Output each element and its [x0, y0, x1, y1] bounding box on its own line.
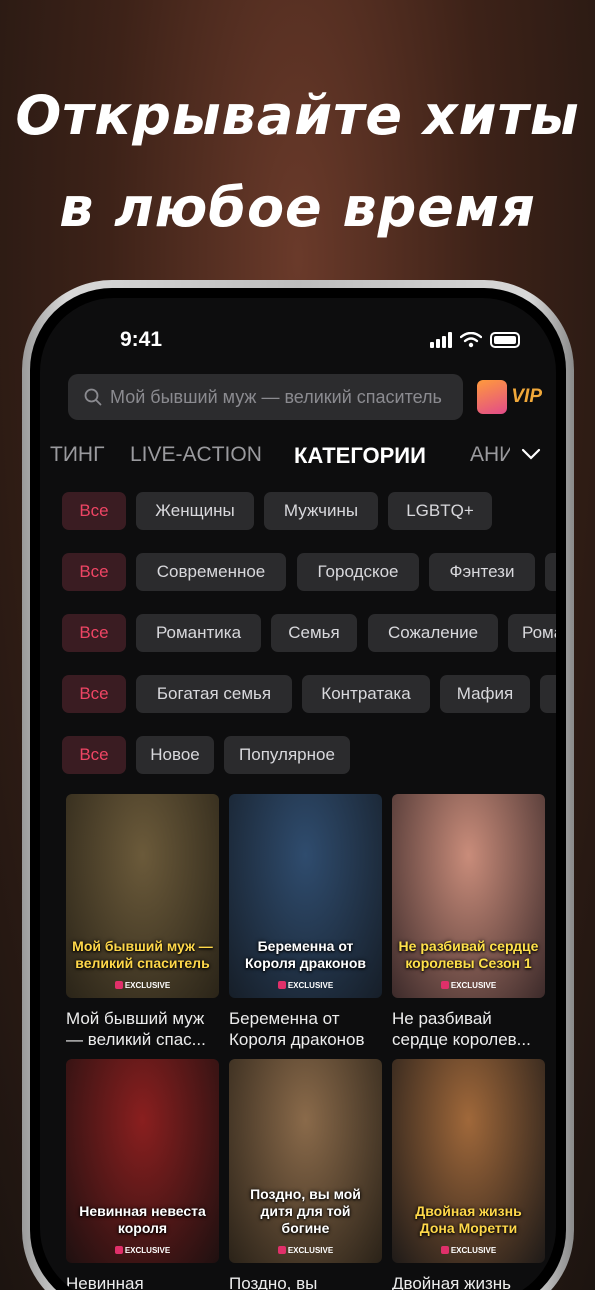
search-icon — [84, 388, 102, 406]
chip-family[interactable]: Семья — [271, 614, 357, 652]
search-placeholder: Мой бывший муж — великий спаситель — [110, 386, 442, 407]
chip-women[interactable]: Женщины — [136, 492, 254, 530]
tab-categories[interactable]: КАТЕГОРИИ — [294, 443, 426, 469]
poster-title: Поздно, вы мой дитя для той богине — [250, 1186, 361, 1236]
filter-row-audience: Все Женщины Мужчины LGBTQ+ — [40, 492, 556, 530]
phone-frame: 9:41 Мой бывший муж — великий спаситель … — [22, 280, 574, 1290]
drama-poster: Беременна от Короля драконов EXCLUSIVE — [229, 794, 382, 998]
poster-title: Мой бывший муж — великий спаситель — [72, 938, 213, 971]
drama-title: Двойная жизнь — [392, 1274, 511, 1290]
drama-title: Поздно, вы — [229, 1274, 318, 1290]
category-tabs: ТИНГ LIVE-ACTION КАТЕГОРИИ АНИ — [40, 443, 556, 477]
filter-row-sort: Все Новое Популярное — [40, 736, 556, 774]
poster-title: Двойная жизнь Дона Моретти — [415, 1203, 522, 1236]
cellular-signal-icon — [430, 332, 452, 348]
app-screen: 9:41 Мой бывший муж — великий спаситель … — [40, 298, 556, 1290]
filter-row-setting: Все Современное Городское Фэнтези — [40, 553, 556, 591]
exclusive-badge: EXCLUSIVE — [392, 981, 545, 990]
filter-row-theme: Все Романтика Семья Сожаление Рома — [40, 614, 556, 652]
search-input[interactable]: Мой бывший муж — великий спаситель — [68, 374, 464, 420]
drama-card[interactable]: Поздно, вы мой дитя для той богине EXCLU… — [229, 1059, 382, 1290]
status-bar: 9:41 — [40, 328, 556, 358]
chip-regret[interactable]: Сожаление — [368, 614, 498, 652]
chip-men[interactable]: Мужчины — [264, 492, 378, 530]
chip-mafia[interactable]: Мафия — [440, 675, 530, 713]
drama-title: Невинная — [66, 1274, 144, 1290]
exclusive-badge: EXCLUSIVE — [229, 981, 382, 990]
exclusive-badge: EXCLUSIVE — [66, 1246, 219, 1255]
tab-ting[interactable]: ТИНГ — [50, 443, 104, 467]
battery-icon — [490, 332, 520, 348]
headline-line-1: Открывайте хиты — [15, 84, 580, 147]
vip-crown-icon — [477, 380, 508, 414]
chip-rich-family[interactable]: Богатая семья — [136, 675, 292, 713]
poster-title: Не разбивай сердце королевы Сезон 1 — [398, 938, 539, 971]
chip-counterattack[interactable]: Контратака — [302, 675, 430, 713]
chip-romance-2[interactable]: Рома — [508, 614, 556, 652]
drama-poster: Двойная жизнь Дона Моретти EXCLUSIVE — [392, 1059, 545, 1263]
chip-all[interactable]: Все — [62, 736, 126, 774]
drama-card[interactable]: Мой бывший муж — великий спаситель EXCLU… — [66, 794, 219, 1052]
chip-new[interactable]: Новое — [136, 736, 214, 774]
chip-urban[interactable]: Городское — [297, 553, 419, 591]
drama-title: Беременна от Короля драконов — [229, 1009, 365, 1049]
chip-all[interactable]: Все — [62, 492, 126, 530]
promo-headline: Открывайте хиты в любое время — [0, 70, 595, 254]
chip-more[interactable] — [540, 675, 556, 713]
status-time: 9:41 — [120, 328, 163, 351]
chevron-down-icon[interactable] — [520, 447, 542, 461]
wifi-icon — [460, 332, 482, 348]
tab-live-action[interactable]: LIVE-ACTION — [130, 443, 262, 467]
exclusive-badge: EXCLUSIVE — [229, 1246, 382, 1255]
drama-card[interactable]: Беременна от Короля драконов EXCLUSIVE Б… — [229, 794, 382, 1052]
chip-all[interactable]: Все — [62, 553, 126, 591]
vip-label: VIP — [511, 386, 542, 407]
drama-poster: Поздно, вы мой дитя для той богине EXCLU… — [229, 1059, 382, 1263]
chip-all[interactable]: Все — [62, 614, 126, 652]
drama-poster: Не разбивай сердце королевы Сезон 1 EXCL… — [392, 794, 545, 998]
drama-title: Не разбивай сердце королев... — [392, 1009, 531, 1049]
chip-modern[interactable]: Современное — [136, 553, 286, 591]
vip-button[interactable]: VIP — [477, 380, 542, 414]
exclusive-badge: EXCLUSIVE — [66, 981, 219, 990]
drama-card[interactable]: Не разбивай сердце королевы Сезон 1 EXCL… — [392, 794, 545, 1052]
poster-title: Невинная невеста короля — [79, 1203, 206, 1236]
chip-all[interactable]: Все — [62, 675, 126, 713]
exclusive-badge: EXCLUSIVE — [392, 1246, 545, 1255]
filter-row-plot: Все Богатая семья Контратака Мафия — [40, 675, 556, 713]
chip-more[interactable] — [545, 553, 556, 591]
poster-title: Беременна от Короля драконов — [244, 938, 367, 971]
headline-line-2: в любое время — [59, 176, 536, 239]
drama-card[interactable]: Двойная жизнь Дона Моретти EXCLUSIVE Дво… — [392, 1059, 545, 1290]
chip-romance[interactable]: Романтика — [136, 614, 261, 652]
drama-poster: Мой бывший муж — великий спаситель EXCLU… — [66, 794, 219, 998]
drama-poster: Невинная невеста короля EXCLUSIVE — [66, 1059, 219, 1263]
drama-card[interactable]: Невинная невеста короля EXCLUSIVE Невинн… — [66, 1059, 219, 1290]
tab-anime[interactable]: АНИ — [470, 443, 510, 467]
chip-fantasy[interactable]: Фэнтези — [429, 553, 535, 591]
chip-lgbtq[interactable]: LGBTQ+ — [388, 492, 492, 530]
drama-title: Мой бывший муж — великий спас... — [66, 1009, 206, 1049]
chip-popular[interactable]: Популярное — [224, 736, 350, 774]
